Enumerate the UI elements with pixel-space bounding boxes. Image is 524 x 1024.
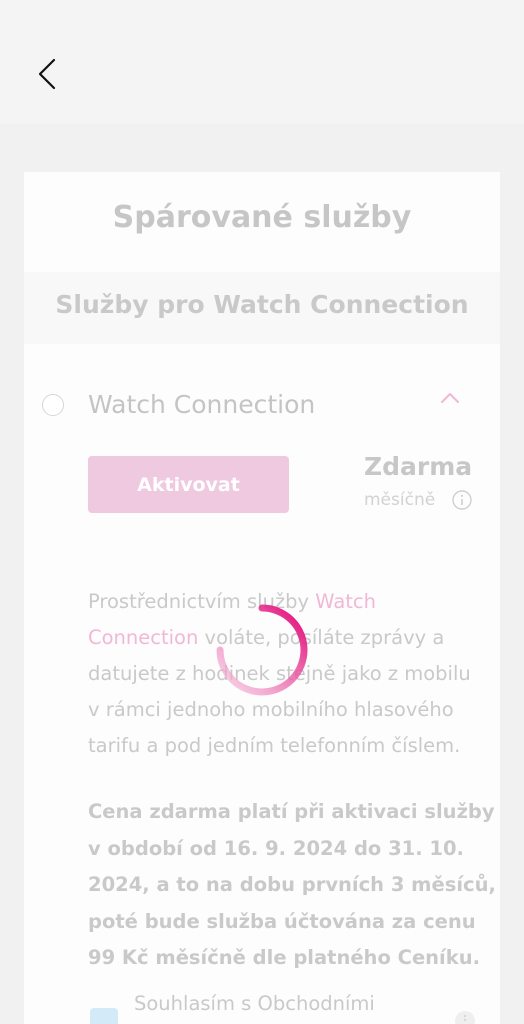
loading-spinner-icon <box>216 604 308 696</box>
loading-spinner <box>210 598 314 702</box>
chevron-left-icon <box>38 58 56 90</box>
price-period: měsíčně <box>364 490 436 510</box>
section-title: Služby pro Watch Connection <box>55 290 469 319</box>
page-title: Spárované služby <box>112 200 412 235</box>
promo-note: Cena zdarma platí při aktivaci služby v … <box>88 800 496 969</box>
top-app-bar <box>0 0 524 124</box>
consent-info-button[interactable] <box>454 1010 476 1024</box>
activate-button[interactable]: Aktivovat <box>88 456 289 513</box>
back-button[interactable] <box>30 52 70 96</box>
consent-label: Souhlasím s Obchodními <box>134 992 375 1015</box>
info-icon <box>455 1011 475 1024</box>
price-info-button[interactable] <box>452 490 472 510</box>
service-name: Watch Connection <box>88 390 316 419</box>
consent-checkbox[interactable] <box>90 1008 118 1024</box>
service-radio[interactable] <box>42 394 64 416</box>
info-icon <box>452 490 472 510</box>
chevron-up-icon <box>441 393 459 403</box>
collapse-button[interactable] <box>438 388 462 408</box>
price-label: Zdarma <box>364 452 473 481</box>
